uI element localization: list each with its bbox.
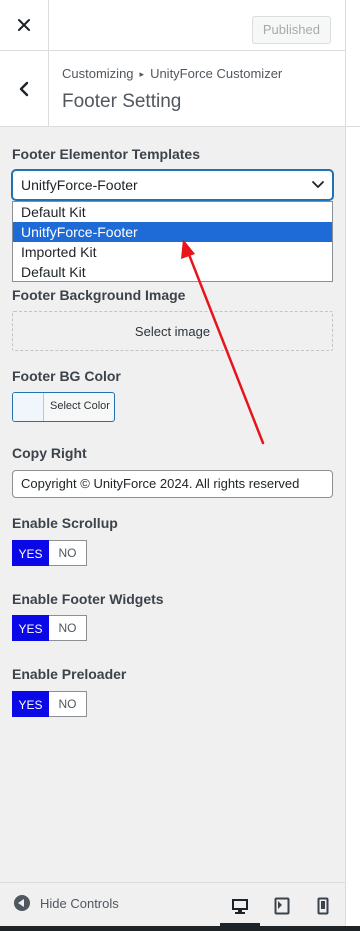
dropdown-option-selected[interactable]: UnitfyForce-Footer	[13, 222, 332, 242]
preloader-label: Enable Preloader	[12, 666, 127, 682]
templates-select-value: UnitfyForce-Footer	[21, 177, 138, 193]
widgets-yes-button[interactable]: YES	[12, 615, 49, 641]
scrollup-label: Enable Scrollup	[12, 515, 118, 531]
customizer-panel: Published Customizing ▸ UnityForce Customi…	[0, 0, 346, 931]
dropdown-option[interactable]: Imported Kit	[13, 242, 332, 262]
preview-strip-top	[346, 0, 360, 51]
customizer-footer: Hide Controls	[0, 882, 345, 927]
copyright-input[interactable]: Copyright © UnityForce 2024. All rights …	[12, 470, 333, 498]
customizer-topbar: Published	[0, 0, 345, 51]
section-header: Customizing ▸ UnityForce Customizer Footer…	[0, 51, 345, 127]
widgets-no-button[interactable]: NO	[49, 615, 87, 641]
color-swatch	[13, 393, 44, 421]
preview-desktop-button[interactable]	[220, 889, 260, 927]
preloader-toggle: YES NO	[12, 691, 87, 717]
preview-tablet-button[interactable]	[262, 889, 302, 923]
scrollup-no-button[interactable]: NO	[49, 540, 87, 566]
preview-mobile-button[interactable]	[303, 889, 343, 923]
bg-image-label: Footer Background Image	[12, 287, 186, 303]
back-button[interactable]	[0, 51, 49, 126]
dropdown-option[interactable]: Default Kit	[13, 262, 332, 282]
scrollup-toggle: YES NO	[12, 540, 87, 566]
select-image-button[interactable]: Select image	[12, 311, 333, 351]
chevron-down-icon	[312, 181, 324, 188]
page-title: Footer Setting	[62, 91, 182, 112]
bottom-edge-bar	[0, 926, 360, 931]
dropdown-option[interactable]: Default Kit	[13, 202, 332, 222]
preview-strip-header	[346, 50, 360, 127]
templates-select[interactable]: UnitfyForce-Footer	[12, 170, 333, 200]
close-button[interactable]	[0, 0, 49, 50]
breadcrumb-section: UnityForce Customizer	[150, 66, 283, 81]
scrollup-yes-button[interactable]: YES	[12, 540, 49, 566]
bg-color-label: Footer BG Color	[12, 368, 121, 384]
widgets-toggle: YES NO	[12, 615, 87, 641]
hide-controls-label: Hide Controls	[40, 895, 119, 911]
copyright-label: Copy Right	[12, 445, 87, 461]
preview-strip	[346, 0, 360, 931]
mobile-icon	[317, 897, 329, 915]
templates-dropdown: Default Kit UnitfyForce-Footer Imported …	[12, 201, 333, 282]
collapse-icon	[14, 895, 30, 911]
breadcrumb-separator-icon: ▸	[139, 69, 145, 79]
templates-label: Footer Elementor Templates	[12, 146, 201, 162]
hide-controls-button[interactable]: Hide Controls	[14, 895, 119, 911]
select-color-label: Select Color	[50, 400, 110, 412]
tablet-icon	[274, 897, 290, 915]
desktop-icon	[232, 899, 248, 914]
breadcrumb-root: Customizing	[62, 66, 134, 81]
chevron-left-icon	[19, 81, 29, 96]
preloader-no-button[interactable]: NO	[49, 691, 87, 717]
breadcrumb: Customizing ▸ UnityForce Customizer	[62, 66, 282, 81]
close-icon	[18, 19, 30, 31]
preloader-yes-button[interactable]: YES	[12, 691, 49, 717]
publish-button[interactable]: Published	[251, 16, 331, 44]
widgets-label: Enable Footer Widgets	[12, 591, 164, 607]
select-color-button[interactable]: Select Color	[12, 392, 115, 422]
